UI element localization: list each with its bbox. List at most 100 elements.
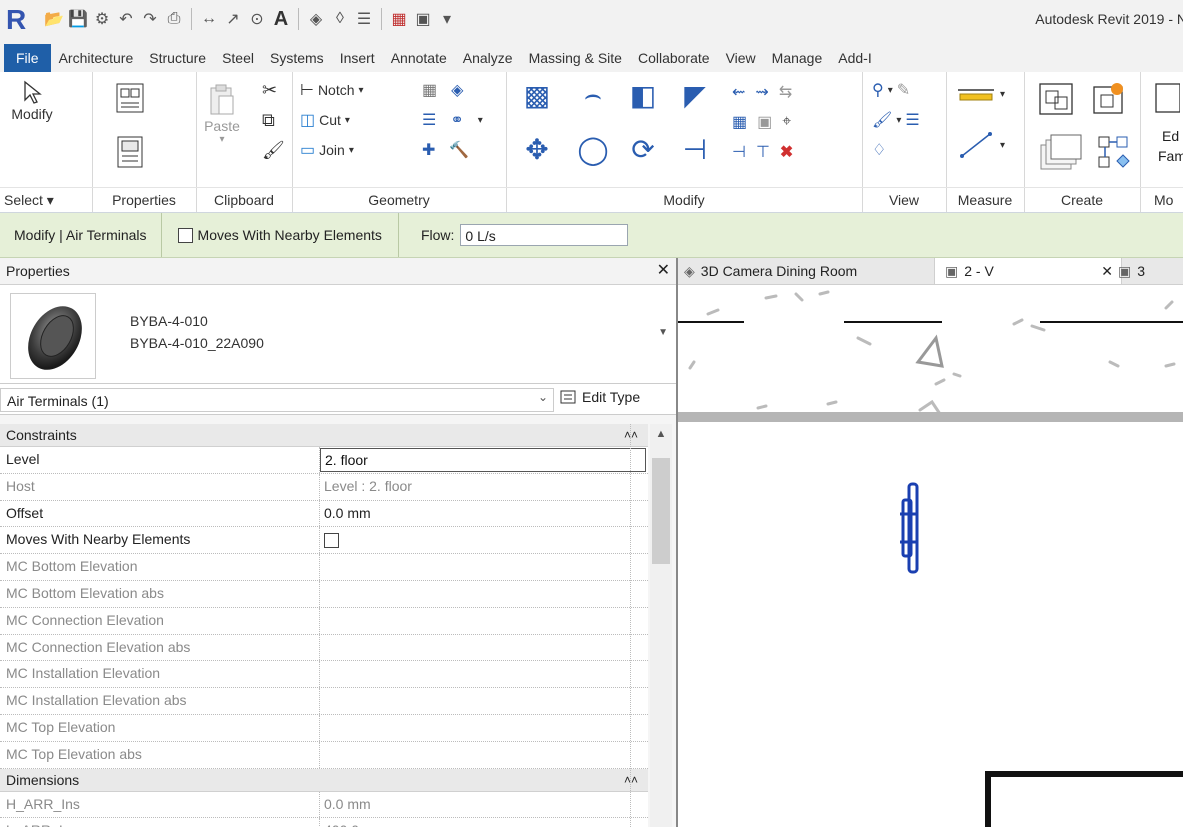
match-properties-button[interactable]: 🖌 [262, 140, 285, 161]
override-icon[interactable]: ✎ [897, 80, 910, 100]
moves-with-nearby-checkbox[interactable] [177, 227, 193, 243]
linework-icon[interactable]: ☰ [905, 110, 919, 130]
hammer-icon[interactable]: 🔨 [449, 140, 469, 160]
switch-windows-icon[interactable]: ▣ [413, 8, 433, 30]
demolish-icon[interactable]: ⚭ [450, 110, 463, 130]
edit-family-label-1[interactable]: Ed [1162, 128, 1179, 144]
join-button[interactable]: ▭ Join ▾ [300, 140, 354, 160]
offset-value[interactable]: 0.0 mm [320, 501, 648, 527]
align-icon[interactable]: ▩ [520, 78, 554, 112]
flow-input[interactable]: 0 L/s [460, 224, 629, 246]
prop-row-moves-with-nearby[interactable]: Moves With Nearby Elements [0, 527, 648, 555]
sync-icon[interactable]: ⚙ [92, 8, 112, 30]
offset-icon[interactable]: ⌢ [576, 78, 610, 112]
measure-icon[interactable]: ↔ [199, 8, 219, 30]
tab-file[interactable]: File [4, 44, 51, 72]
close-view-tab-icon[interactable]: ✕ [1101, 258, 1113, 284]
customize-qat-icon[interactable]: ▾ [437, 8, 457, 30]
create-group-icon[interactable] [1092, 132, 1132, 172]
pin-icon[interactable]: ⌖ [782, 113, 791, 131]
scroll-up-icon[interactable]: ▲ [650, 428, 672, 440]
tab-analyze[interactable]: Analyze [455, 44, 521, 72]
view-tab-floor-plan[interactable]: ▣ 2 - V ✕ [934, 258, 1122, 284]
tab-add-ins[interactable]: Add-I [830, 44, 879, 72]
split-element-icon[interactable]: ⇜ [732, 82, 745, 102]
measure-between-button[interactable]: ▾ [956, 84, 1005, 104]
delete-icon[interactable]: ✖ [780, 142, 793, 162]
copy-clipboard-button[interactable]: ⧉ [262, 110, 275, 131]
rotate-icon[interactable]: ⟳ [626, 132, 660, 166]
notch-button[interactable]: ⊢ Notch ▾ [300, 80, 364, 100]
level-value-input[interactable]: 2. floor [320, 448, 646, 472]
scrollbar-thumb[interactable] [652, 458, 670, 564]
cut-geometry-button[interactable]: ◫ Cut ▾ [300, 110, 350, 130]
view-tab-3d-camera[interactable]: ◈ 3D Camera Dining Room [684, 258, 857, 284]
override-dropdown-icon[interactable]: ▾ [896, 115, 901, 126]
tab-systems[interactable]: Systems [262, 44, 332, 72]
section-dimensions[interactable]: Dimensions ˄˄ [0, 768, 648, 792]
text-icon[interactable]: A [271, 8, 291, 30]
moves-with-nearby-option[interactable]: Moves With Nearby Elements [162, 213, 399, 257]
trim-extend-multiple-icon[interactable]: ⊤ [756, 142, 770, 162]
prop-row-level[interactable]: Level 2. floor [0, 447, 648, 474]
hide-in-view-icon[interactable]: ⚲ [872, 80, 884, 100]
aligned-dimension-button[interactable]: ▾ [956, 130, 1005, 160]
mirror-draw-axis-icon[interactable]: ◤ [678, 78, 712, 112]
split-gap-icon[interactable]: ⇝ [755, 82, 768, 102]
create-parts-icon[interactable] [1088, 80, 1128, 118]
hide-dropdown-icon[interactable]: ▾ [888, 85, 893, 96]
close-hidden-icon[interactable]: ▦ [389, 8, 409, 30]
edit-type-button[interactable]: Edit Type [560, 389, 640, 405]
type-selector-dropdown-icon[interactable]: ▼ [658, 327, 668, 338]
split-face-icon[interactable]: ◈ [451, 80, 463, 100]
filter-chevron-icon[interactable]: ⌄ [538, 390, 548, 404]
trim-extend-icon[interactable]: ⊣ [678, 132, 712, 166]
paint-icon[interactable]: ☰ [422, 110, 436, 130]
edit-family-label-2[interactable]: Fam [1158, 148, 1183, 164]
edit-family-icon[interactable] [1150, 80, 1180, 116]
paste-dropdown-icon[interactable]: ▾ [219, 134, 224, 145]
instance-filter-select[interactable]: Air Terminals (1) [0, 388, 554, 412]
trim-extend-single-icon[interactable]: ⊣ [732, 142, 746, 162]
revit-logo-icon[interactable]: R [6, 5, 36, 35]
cut-clipboard-button[interactable]: ✂ [262, 80, 277, 101]
3d-view-icon[interactable]: ◈ [306, 8, 326, 30]
thin-lines-icon[interactable]: ☰ [354, 8, 374, 30]
copy-element-icon[interactable]: ◯ [576, 132, 610, 166]
tab-massing-site[interactable]: Massing & Site [521, 44, 630, 72]
tab-insert[interactable]: Insert [332, 44, 383, 72]
close-properties-icon[interactable]: ✕ [657, 258, 670, 284]
section-constraints[interactable]: Constraints ˄˄ [0, 424, 648, 447]
type-properties-icon[interactable] [112, 80, 148, 116]
redo-icon[interactable]: ↷ [140, 8, 160, 30]
tab-collaborate[interactable]: Collaborate [630, 44, 718, 72]
tab-view[interactable]: View [718, 44, 764, 72]
modify-button[interactable]: Modify [8, 78, 56, 122]
tab-structure[interactable]: Structure [141, 44, 214, 72]
moves-with-nearby-prop-checkbox[interactable] [324, 533, 339, 549]
dimension-icon[interactable]: ↗ [223, 8, 243, 30]
paste-button[interactable]: Paste ▾ [202, 84, 242, 145]
tab-architecture[interactable]: Architecture [51, 44, 142, 72]
prop-row-offset[interactable]: Offset 0.0 mm [0, 500, 648, 528]
save-icon[interactable]: 💾 [68, 8, 88, 30]
array-icon[interactable]: ▦ [732, 112, 747, 132]
tab-steel[interactable]: Steel [214, 44, 262, 72]
print-icon[interactable]: ⎙ [164, 8, 184, 30]
select-panel-label[interactable]: Select ▾ [0, 187, 92, 212]
scale-icon[interactable]: ▣ [757, 112, 772, 132]
view-tab-other[interactable]: ▣ 3 [1118, 258, 1145, 284]
tab-manage[interactable]: Manage [764, 44, 831, 72]
split-line-icon[interactable]: ✚ [422, 140, 435, 160]
move-icon[interactable]: ✥ [520, 132, 554, 166]
properties-icon[interactable] [112, 134, 148, 170]
section-icon[interactable]: ◊ [330, 8, 350, 30]
type-selector[interactable]: BYBA-4-010 BYBA-4-010_22A090 ▼ [0, 285, 676, 384]
override-graphics-icon[interactable]: 🖌 [872, 110, 892, 130]
geometry-dropdown-icon[interactable]: ▾ [478, 115, 483, 126]
drawing-canvas[interactable] [678, 284, 1183, 827]
create-assembly-icon[interactable] [1036, 80, 1076, 118]
properties-scrollbar[interactable]: ▲ [650, 424, 672, 827]
create-similar-icon[interactable] [1036, 130, 1086, 174]
tab-annotate[interactable]: Annotate [383, 44, 455, 72]
